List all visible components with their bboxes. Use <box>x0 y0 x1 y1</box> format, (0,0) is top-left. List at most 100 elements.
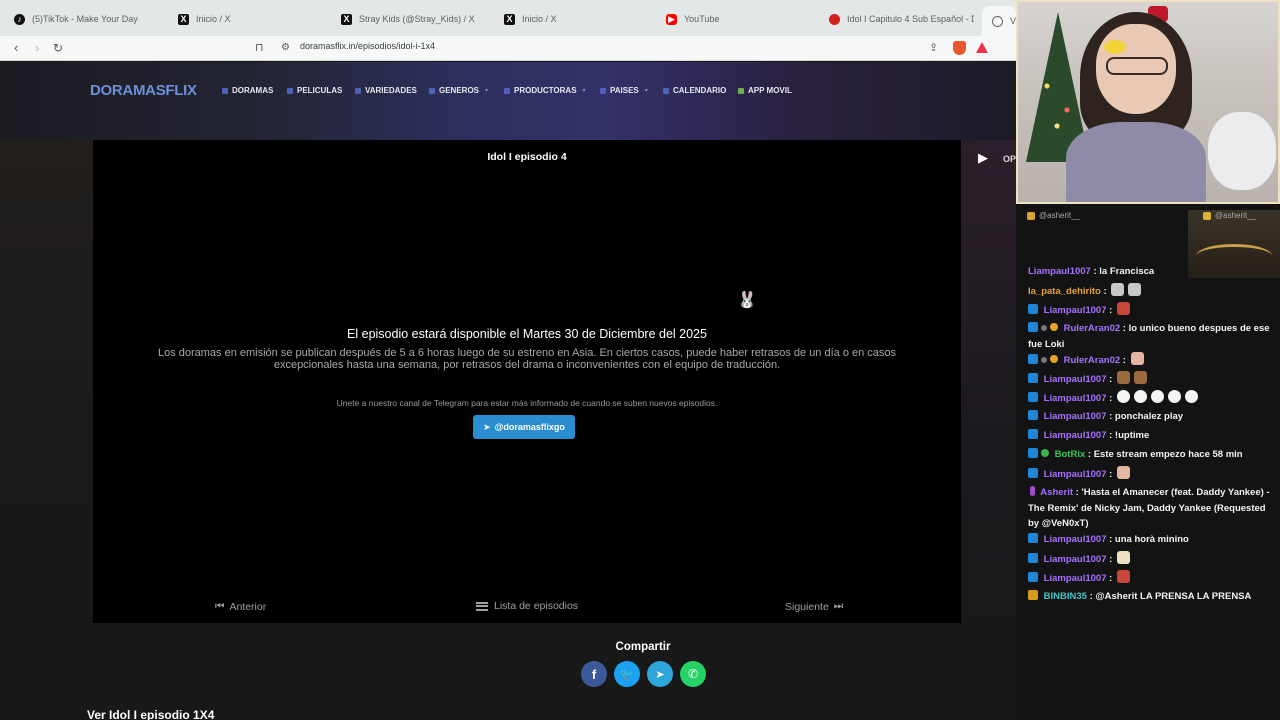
nav-peliculas[interactable]: PELICULAS <box>287 86 342 95</box>
next-episode-button[interactable]: Siguiente ⏭ <box>785 600 843 613</box>
skip-back-icon: ⏮ <box>215 600 225 612</box>
emote-icon <box>1116 390 1130 403</box>
previous-episode-button[interactable]: ⏮ Anterior <box>215 600 266 613</box>
facebook-share-button[interactable]: f <box>581 661 607 687</box>
tree-lights <box>1032 62 1082 142</box>
nav-variedades[interactable]: VARIEDADES <box>355 86 417 95</box>
chat-text: : <box>1103 286 1107 297</box>
chat-message: BotRix : Este stream empezo hace 58 min <box>1028 447 1274 466</box>
play-icon[interactable]: ▶ <box>978 150 988 166</box>
tab-inicio-x-2[interactable]: X Inicio / X <box>504 8 654 30</box>
prime-badge-icon <box>1028 304 1038 314</box>
tab-youtube[interactable]: ▶ YouTube <box>666 8 816 30</box>
episode-list-label: Lista de episodios <box>494 600 579 612</box>
emote-icon <box>1116 466 1130 479</box>
emote-icon <box>1133 390 1147 403</box>
chat-message: Liampaul1007 : <box>1028 302 1274 321</box>
skip-forward-icon: ⏭ <box>833 600 844 612</box>
next-label: Siguiente <box>785 600 829 613</box>
chat-message: Liampaul1007 : una horà minino <box>1028 532 1274 551</box>
telegram-channel-button[interactable]: ➤ @doramasflixgo <box>473 415 575 439</box>
verified-bot-icon <box>1041 449 1049 457</box>
emote-icon <box>1184 390 1198 403</box>
brave-shield-icon[interactable] <box>953 41 966 55</box>
chat-username: BINBIN35 <box>1043 590 1087 602</box>
twitter-share-button[interactable]: 🐦 <box>614 661 640 687</box>
nav-productoras[interactable]: PRODUCTORAS ▾ <box>504 86 586 95</box>
episode-list-button[interactable]: Lista de episodios <box>476 600 578 612</box>
bookmark-icon[interactable]: ⊓ <box>255 40 264 56</box>
share-page-icon[interactable]: ⇪ <box>929 40 938 56</box>
chat-text: : <box>1109 572 1113 584</box>
site-info-icon[interactable]: ⚙ <box>281 40 290 56</box>
badge-icon <box>1041 357 1047 363</box>
chat-message: Liampaul1007 : <box>1028 550 1274 570</box>
chat-message: Asherit : 'Hasta el Amanecer (feat. Dadd… <box>1028 485 1274 532</box>
chat-username: Liampaul1007 <box>1043 305 1107 316</box>
server-option-label[interactable]: OP <box>1003 154 1016 164</box>
prime-badge-icon <box>1028 468 1038 478</box>
nav-calendario[interactable]: CALENDARIO <box>663 86 726 95</box>
glasses <box>1106 57 1168 75</box>
mouse-cursor-icon: 🐰 <box>737 292 757 309</box>
whatsapp-share-button[interactable]: ✆ <box>680 661 706 687</box>
chat-messages: Liampaul1007 : la Francisca la_pata_dehi… <box>1028 266 1274 608</box>
tab-stray-kids[interactable]: X Stray Kids (@Stray_Kids) / X <box>341 8 491 30</box>
chat-username: Liampaul1007 <box>1043 572 1107 584</box>
tab-idol-episode[interactable]: Idol I Capitulo 4 Sub Español - Dora <box>829 8 974 30</box>
handle-text: @asherit__ <box>1215 211 1257 220</box>
nav-label: PAISES <box>610 86 639 95</box>
facebook-icon: f <box>591 666 597 682</box>
site-logo[interactable]: DORAMASFLIX <box>90 82 197 99</box>
plush-toys <box>1208 112 1276 190</box>
video-player[interactable]: Idol I episodio 4 🐰 El episodio estará d… <box>93 140 961 623</box>
chat-username: Liampaul1007 <box>1043 469 1107 480</box>
nav-icon <box>504 87 510 94</box>
nav-paises[interactable]: PAISES ▾ <box>600 86 648 95</box>
telegram-invite-text: Unete a nuestro canal de Telegram para e… <box>336 398 718 408</box>
nav-label: PELICULAS <box>297 86 343 95</box>
nav-doramas[interactable]: DORAMAS <box>222 86 273 95</box>
address-bar[interactable]: doramasflix.in/episodios/idol-i-1x4 <box>300 41 435 51</box>
chat-message: Liampaul1007 : <box>1028 466 1274 485</box>
reload-icon[interactable]: ↻ <box>53 40 63 56</box>
prime-badge-icon <box>1028 429 1038 439</box>
nav-label: VARIEDADES <box>365 86 417 95</box>
release-description: Los doramas en emisión se publican despu… <box>157 347 897 371</box>
x-icon: X <box>178 13 189 25</box>
prime-badge-icon <box>1028 392 1038 402</box>
tab-inicio-x[interactable]: X Inicio / X <box>178 8 328 30</box>
chat-username: Liampaul1007 <box>1043 533 1107 545</box>
whatsapp-icon: ✆ <box>687 667 699 681</box>
tab-tiktok[interactable]: ♪ (5)TikTok - Make Your Day <box>14 8 164 30</box>
previous-label: Anterior <box>229 600 267 613</box>
brave-rewards-icon[interactable] <box>976 42 988 53</box>
nav-label: DORAMAS <box>232 86 274 95</box>
chat-text: : @Asherit LA PRENSA LA PRENSA <box>1089 590 1252 602</box>
chat-text: : <box>1109 374 1113 385</box>
list-icon <box>476 601 488 611</box>
tab-label: YouTube <box>684 14 720 24</box>
chat-text: : la Francisca <box>1093 266 1155 277</box>
badge-icon <box>1041 325 1047 331</box>
back-icon[interactable]: ‹ <box>14 40 18 56</box>
nav-generos[interactable]: GENEROS ▾ <box>429 86 488 95</box>
prime-badge-icon <box>1028 354 1038 364</box>
telegram-share-button[interactable]: ➤ <box>647 661 673 687</box>
forward-icon[interactable]: › <box>35 40 39 56</box>
duck-plush <box>1104 40 1126 54</box>
nav-icon <box>600 87 606 94</box>
streamer-body <box>1066 122 1206 202</box>
tiktok-icon: ♪ <box>14 13 25 25</box>
nav-label: APP MOVIL <box>748 86 792 95</box>
telegram-icon: ➤ <box>655 668 665 681</box>
chat-message: Liampaul1007 : <box>1028 569 1274 589</box>
chat-message: Liampaul1007 : !uptime <box>1028 428 1274 447</box>
emote-icon <box>1128 283 1142 296</box>
nav-icon <box>429 87 435 94</box>
tab-active[interactable]: Ve <box>982 6 1016 36</box>
site-header: DORAMASFLIX DORAMAS PELICULAS VARIEDADES… <box>0 62 1016 140</box>
warning-badge-icon <box>1050 355 1058 363</box>
nav-icon <box>355 87 361 94</box>
nav-app-movil[interactable]: APP MOVIL <box>738 86 792 95</box>
